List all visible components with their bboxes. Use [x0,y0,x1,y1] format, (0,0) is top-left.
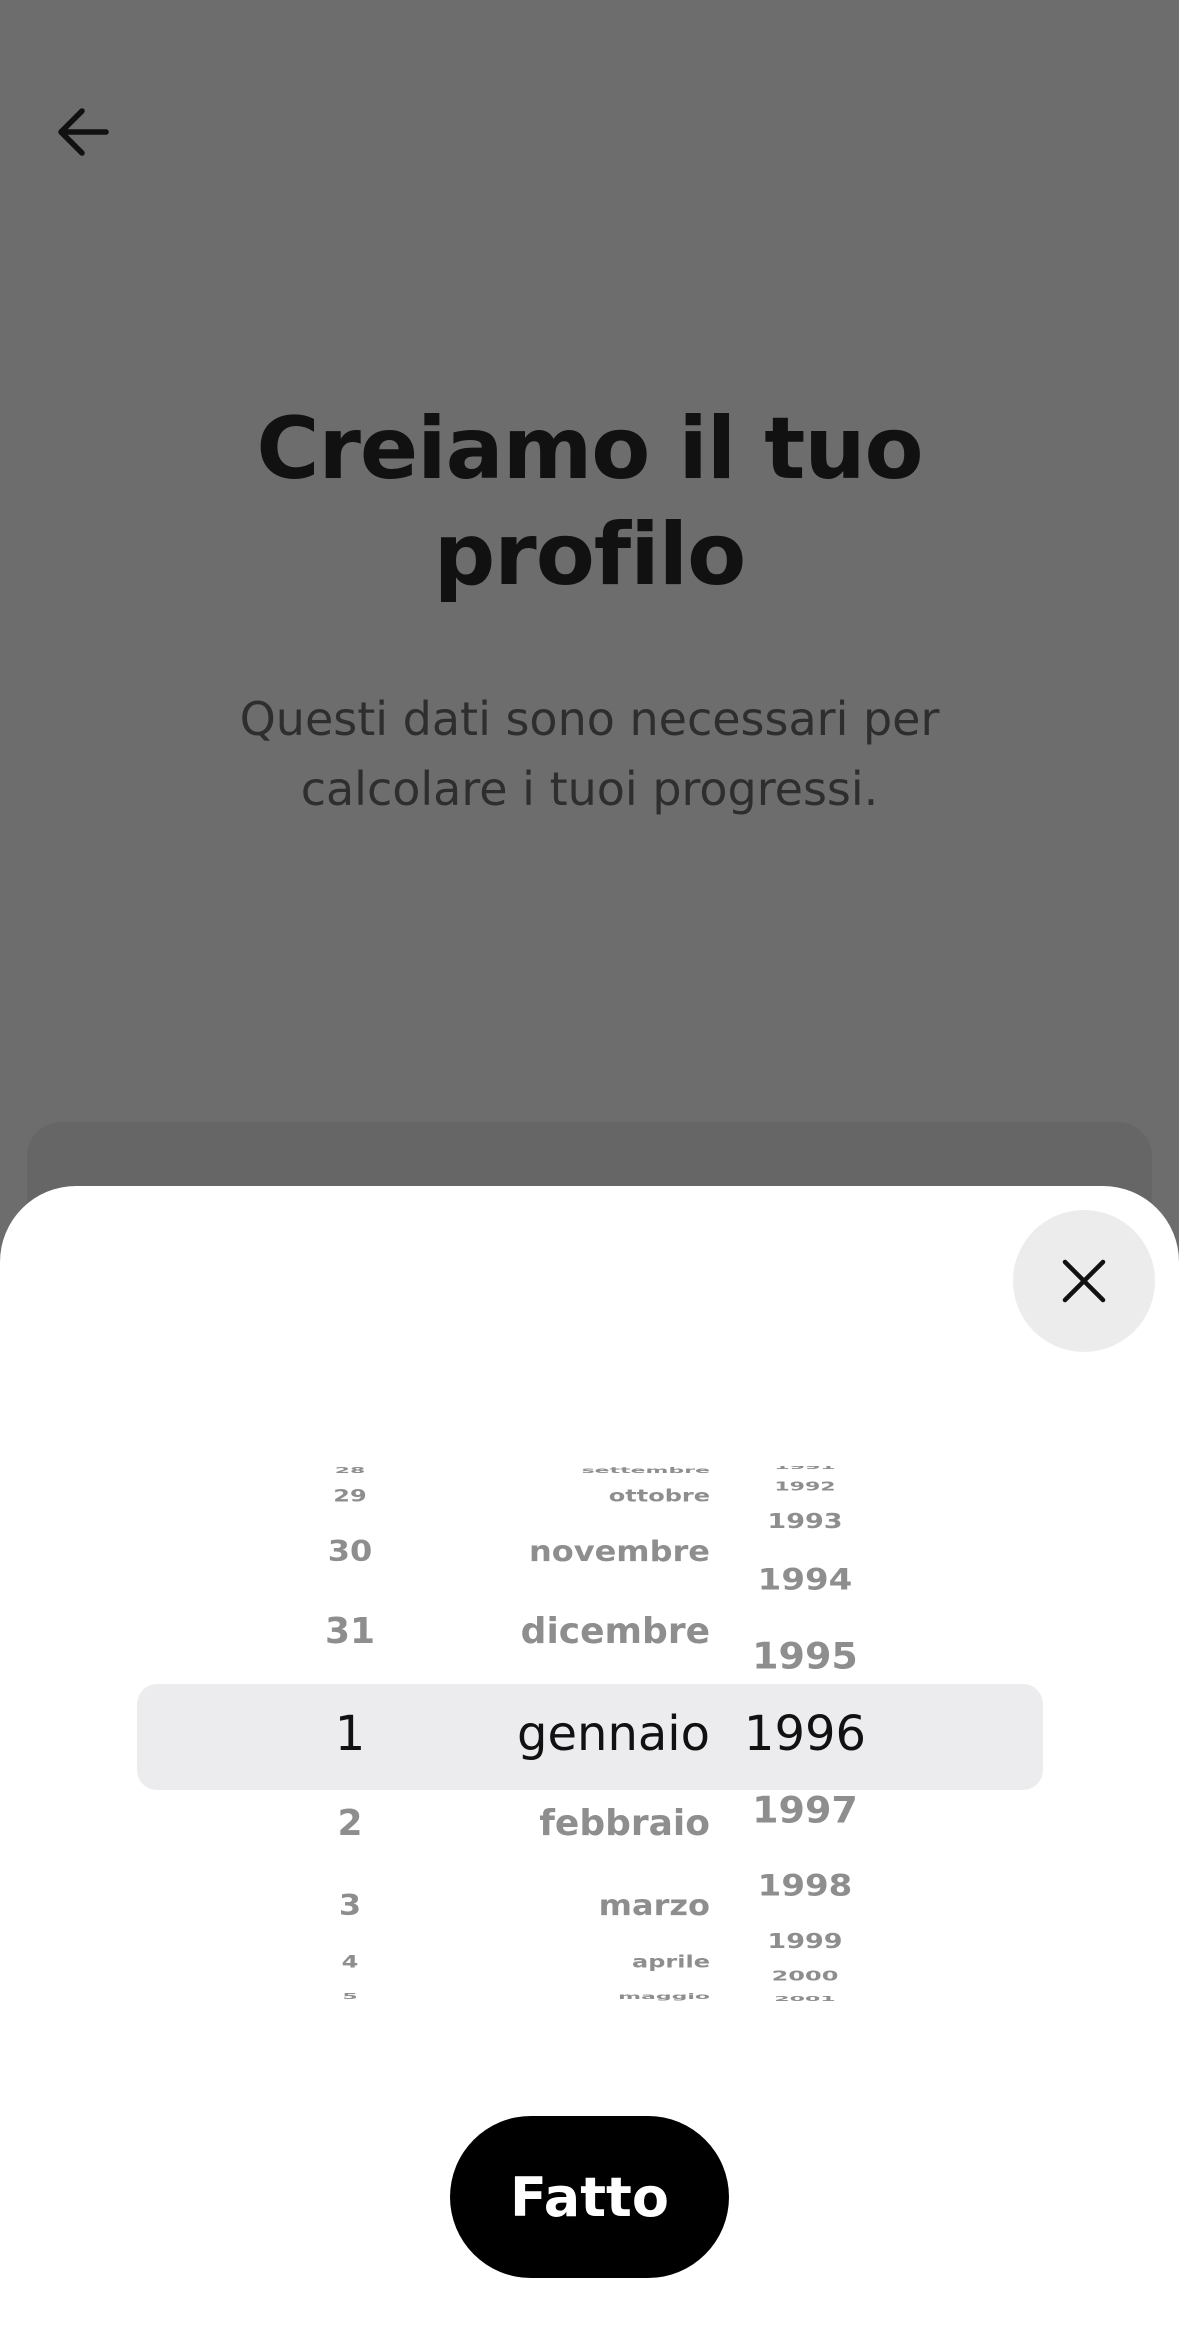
month-option[interactable]: marzo [440,1888,710,1923]
year-wheel[interactable]: 1991 1992 1993 1994 1995 1996 1997 1998 1999 2000… [720,1466,890,2018]
month-option[interactable]: maggio [440,1993,710,2002]
page-subtitle-line: Questi dati sono necessari per [239,692,940,746]
back-button[interactable] [48,96,120,168]
month-option[interactable]: dicembre [440,1610,710,1653]
day-option[interactable]: 30 [270,1534,430,1569]
page-title-line: profilo [433,505,747,605]
month-option[interactable]: settembre [440,1467,710,1476]
day-option[interactable]: 28 [270,1467,430,1476]
year-option[interactable]: 2000 [720,1968,890,1984]
year-option[interactable]: 1993 [720,1510,890,1534]
close-button[interactable] [1013,1210,1155,1352]
page-title: Creiamo il tuo profilo [0,396,1179,608]
year-option[interactable]: 1994 [720,1563,890,1598]
day-option[interactable]: 5 [270,1993,430,2002]
year-option[interactable]: 1991 [720,1466,890,1471]
year-option[interactable]: 1999 [720,1930,890,1954]
background-page: Creiamo il tuo profilo Questi dati sono … [0,0,1179,1242]
day-option[interactable]: 31 [270,1610,430,1653]
day-option[interactable]: 4 [270,1952,430,1972]
year-option[interactable]: 1998 [720,1869,890,1904]
year-option[interactable]: 2001 [720,1995,890,2003]
month-option[interactable]: ottobre [440,1486,710,1506]
year-option[interactable]: 1995 [720,1635,890,1678]
day-option-selected[interactable]: 1 [270,1706,430,1764]
month-option-selected[interactable]: gennaio [440,1706,710,1764]
page-subtitle: Questi dati sono necessari per calcolare… [150,684,1029,824]
done-button[interactable]: Fatto [450,2116,729,2278]
date-picker: 28 29 30 31 1 2 3 4 5 settembre ottobre novembre di… [0,1466,1179,2018]
month-wheel[interactable]: settembre ottobre novembre dicembre gennaio f… [440,1466,710,2018]
close-icon [1062,1259,1106,1303]
month-option[interactable]: aprile [440,1952,710,1972]
day-option[interactable]: 2 [270,1802,430,1845]
day-option[interactable]: 29 [270,1486,430,1506]
month-option[interactable]: febbraio [440,1802,710,1845]
day-option[interactable]: 3 [270,1888,430,1923]
arrow-left-icon [58,108,109,156]
date-picker-sheet: 28 29 30 31 1 2 3 4 5 settembre ottobre novembre di… [0,1186,1179,2326]
year-option-selected[interactable]: 1996 [720,1706,890,1764]
year-option[interactable]: 1997 [720,1789,890,1832]
page-title-line: Creiamo il tuo [256,399,923,499]
year-option[interactable]: 1992 [720,1480,890,1495]
month-option[interactable]: novembre [440,1534,710,1569]
page-subtitle-line: calcolare i tuoi progressi. [300,762,879,816]
day-wheel[interactable]: 28 29 30 31 1 2 3 4 5 [270,1466,430,2018]
